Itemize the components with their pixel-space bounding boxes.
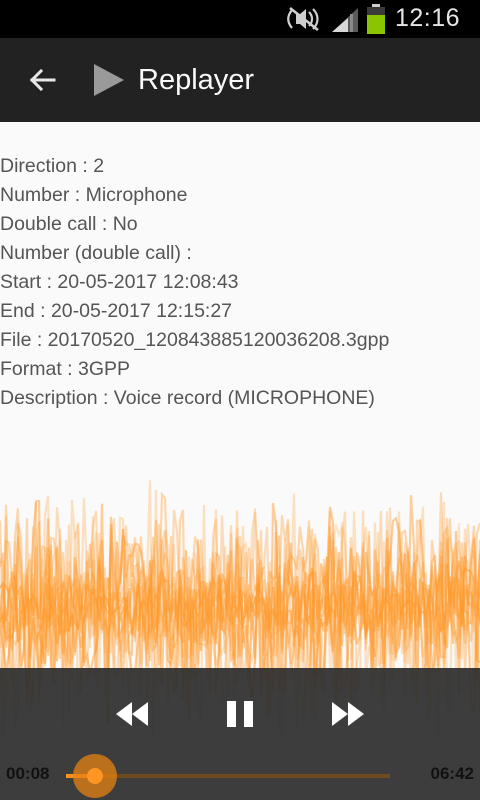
detail-start: Start : 20-05-2017 12:08:43: [0, 271, 239, 293]
battery-icon: [367, 4, 385, 34]
status-bar: 12:16: [0, 0, 480, 38]
detail-description: Description : Voice record (MICROPHONE): [0, 387, 375, 409]
page-title: Replayer: [138, 64, 255, 96]
back-arrow-icon: [29, 68, 56, 92]
seek-thumb-core: [87, 768, 104, 784]
recording-details: Direction : 2 Number : Microphone Double…: [0, 152, 480, 413]
detail-end: End : 20-05-2017 12:15:27: [0, 300, 233, 322]
detail-number-double-call: Number (double call) :: [0, 242, 192, 264]
total-time: 06:42: [430, 764, 474, 783]
app-bar: Replayer: [0, 38, 480, 122]
fast-forward-icon: [332, 702, 364, 726]
signal-icon: [332, 8, 358, 32]
rewind-button[interactable]: [110, 694, 154, 734]
fast-forward-button[interactable]: [326, 694, 370, 734]
pause-button[interactable]: [218, 694, 262, 734]
play-app-icon: [94, 64, 124, 96]
rewind-icon: [116, 702, 148, 726]
pause-icon: [227, 701, 253, 727]
elapsed-time: 00:08: [6, 764, 50, 783]
seek-thumb[interactable]: [73, 754, 118, 798]
detail-number: Number : Microphone: [0, 184, 188, 206]
detail-direction: Direction : 2: [0, 155, 105, 177]
detail-file: File : 20170520_120843885120036208.3gpp: [0, 329, 390, 351]
clock: 12:16: [394, 4, 460, 32]
mute-icon: [287, 6, 319, 32]
detail-double-call: Double call : No: [0, 213, 138, 235]
player-controls: 00:08 06:42: [0, 668, 480, 800]
detail-format: Format : 3GPP: [0, 358, 131, 380]
back-button[interactable]: [22, 60, 62, 100]
